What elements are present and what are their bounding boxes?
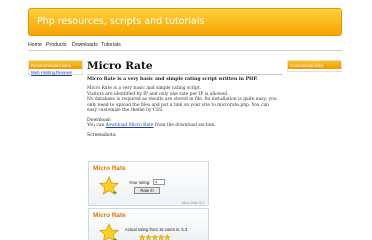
nav-products[interactable]: Products [46,42,66,48]
web-hosting-reviews-link[interactable]: Web Hosting Reviews [31,70,72,75]
screenshot-title: Micro Rate [93,212,126,219]
nav-home[interactable]: Home [28,42,42,48]
description-line: easy customize the theme by CSS. [87,108,164,114]
site-title[interactable]: Php resources, scripts and tutorials [37,16,204,27]
download-text: You can download Micro Rate from the dow… [87,123,216,129]
rating-stars-icon [139,234,171,240]
download-link[interactable]: download Micro Rate [106,123,154,128]
recommended-sites-heading: Recommended sites [29,61,82,69]
rating-result-text: Actual rating from 15 votes is: 5.3 [125,227,188,232]
recommended-sites-box: Recommended sites Web Hosting Reviews [28,60,83,75]
rating-select[interactable]: 4 [153,179,165,185]
page-title: Micro Rate [87,60,153,72]
download-prefix: You can [87,123,106,128]
commercial-links-box: Commercial links [287,60,342,72]
nav-downloads[interactable]: Downloads [72,42,98,48]
svg-text:+: + [113,190,117,196]
star-icon: + [99,176,119,196]
nav-tutorials[interactable]: Tutorials [101,42,121,48]
rating-star [164,234,171,240]
commercial-links-heading: Commercial links [288,61,341,69]
rating-star [151,234,159,240]
screenshot-rating-result: Micro Rate + Actual rating from 15 votes… [88,208,209,240]
screenshots-heading: Screenshots: [87,133,117,138]
screenshot-rating-form: Micro Rate + Your rating: 4 Rate it! Mic… [88,161,209,206]
top-nav: Home Products Downloads Tutorials [28,40,342,51]
download-suffix: from the download section. [153,123,216,128]
title-divider [87,74,283,75]
site-header: Php resources, scripts and tutorials [28,8,342,36]
your-rating-label: Your rating: [129,180,151,185]
star-icon: + [99,223,119,240]
screenshot-title: Micro Rate [93,165,126,172]
intro-text: Micro Rate is a very basic and simple ra… [87,77,258,82]
rate-it-button[interactable]: Rate it! [134,187,160,194]
rating-star [139,234,146,240]
rating-star [157,234,165,240]
screenshot-footer: Micro Rate v1.0 [182,201,205,205]
rating-star [145,234,152,240]
